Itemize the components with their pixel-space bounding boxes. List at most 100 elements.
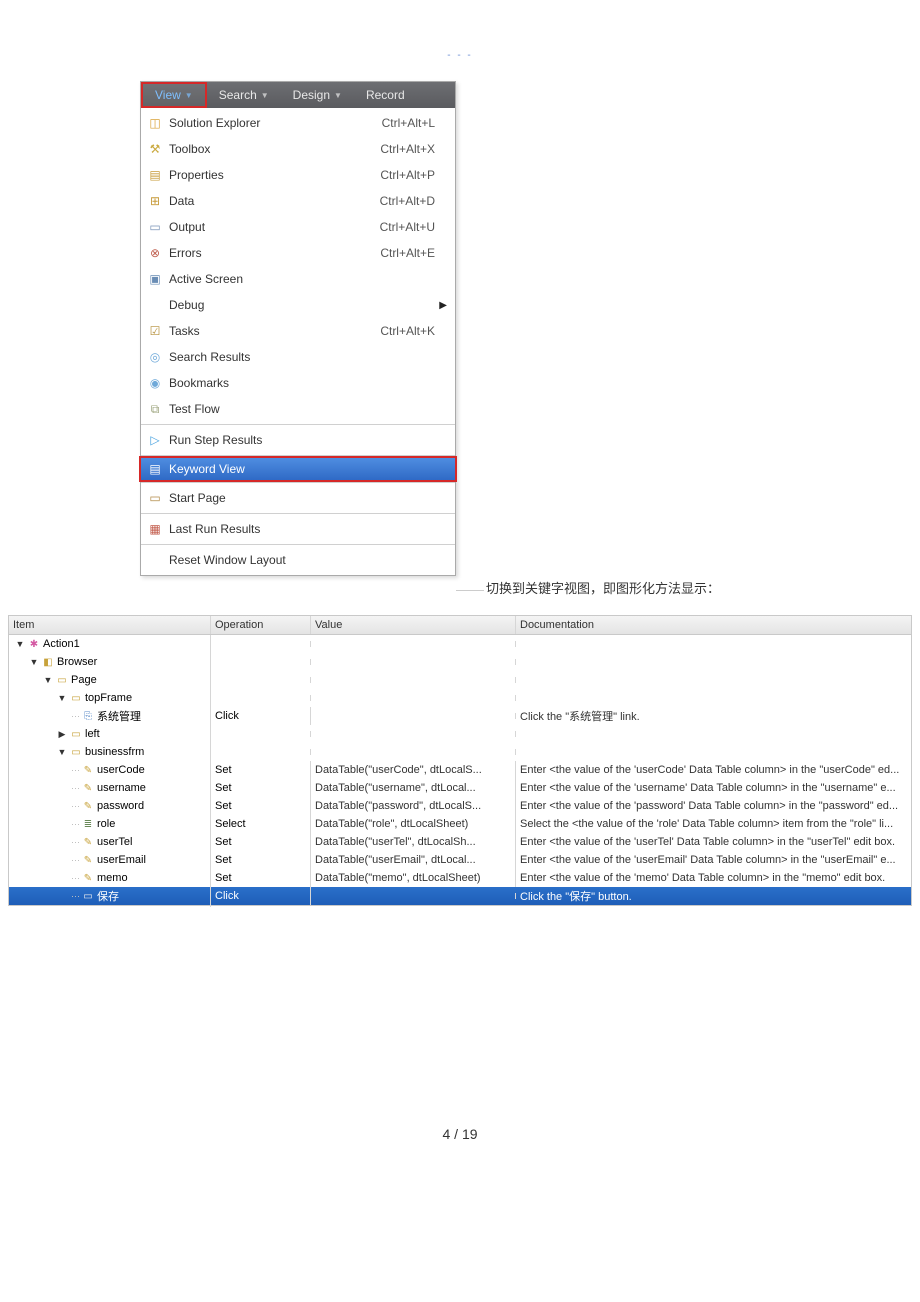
tree-expander-icon[interactable]: ▶ (57, 729, 67, 740)
menu-item-keyword-view[interactable]: ▤ Keyword View (139, 456, 457, 482)
node-label: userTel (97, 836, 132, 848)
tree-expander-icon[interactable]: ▼ (43, 675, 53, 685)
menu-item-test-flow[interactable]: ⧉ Test Flow (141, 396, 455, 422)
cell-operation: Select (211, 815, 311, 833)
caption-line (456, 590, 484, 591)
menu-item-shortcut: Ctrl+Alt+U (380, 220, 447, 234)
table-row[interactable]: ⋯▭保存ClickClick the "保存" button. (9, 887, 911, 905)
start-page-icon: ▭ (141, 491, 169, 505)
caption-row: 切换到关键字视图，即图形化方法显示： (0, 578, 920, 597)
table-row[interactable]: ⋯⎘系统管理ClickClick the "系统管理" link. (9, 707, 911, 725)
cell-operation: Set (211, 761, 311, 779)
menu-item-tasks[interactable]: ☑ Tasks Ctrl+Alt+K (141, 318, 455, 344)
menu-item-active-screen[interactable]: ▣ Active Screen (141, 266, 455, 292)
col-header-documentation[interactable]: Documentation (516, 616, 911, 634)
menu-item-shortcut: Ctrl+Alt+L (382, 116, 447, 130)
table-row[interactable]: ⋯✎userTelSetDataTable("userTel", dtLocal… (9, 833, 911, 851)
menu-item-shortcut: Ctrl+Alt+K (380, 324, 447, 338)
tree-line-icon: ⋯ (71, 891, 79, 902)
cell-value (311, 749, 516, 755)
cell-operation: Set (211, 851, 311, 869)
table-row[interactable]: ▶▭left (9, 725, 911, 743)
search-results-icon: ◎ (141, 350, 169, 364)
menu-item-label: Last Run Results (169, 522, 447, 536)
cell-value (311, 695, 516, 701)
node-label: role (97, 818, 115, 830)
cell-item: ⋯✎userCode (9, 761, 211, 779)
col-header-operation[interactable]: Operation (211, 616, 311, 634)
menu-item-label: Run Step Results (169, 433, 447, 447)
table-row[interactable]: ⋯≣roleSelectDataTable("role", dtLocalShe… (9, 815, 911, 833)
menu-item-run-step-results[interactable]: ▷ Run Step Results (141, 427, 455, 453)
menu-search[interactable]: Search ▼ (207, 82, 281, 108)
menu-item-label: Properties (169, 168, 380, 182)
errors-icon: ⊗ (141, 246, 169, 260)
cell-operation: Set (211, 797, 311, 815)
menu-item-bookmarks[interactable]: ◉ Bookmarks (141, 370, 455, 396)
tree-line-icon: ⋯ (71, 765, 79, 776)
menu-item-solution-explorer[interactable]: ◫ Solution Explorer Ctrl+Alt+L (141, 110, 455, 136)
menu-item-data[interactable]: ⊞ Data Ctrl+Alt+D (141, 188, 455, 214)
table-row[interactable]: ⋯✎userEmailSetDataTable("userEmail", dtL… (9, 851, 911, 869)
table-row[interactable]: ⋯✎passwordSetDataTable("password", dtLoc… (9, 797, 911, 815)
tree-line-icon: ⋯ (71, 819, 79, 830)
caption-text: 切换到关键字视图，即图形化方法显示： (484, 578, 720, 597)
cell-operation (211, 641, 311, 647)
menu-item-errors[interactable]: ⊗ Errors Ctrl+Alt+E (141, 240, 455, 266)
table-row[interactable]: ▼◧Browser (9, 653, 911, 671)
table-row[interactable]: ▼▭Page (9, 671, 911, 689)
menu-item-label: Output (169, 220, 380, 234)
node-label: Action1 (43, 638, 80, 650)
tree-expander-icon[interactable]: ▼ (29, 657, 39, 667)
table-row[interactable]: ▼✱Action1 (9, 635, 911, 653)
tree-expander-icon[interactable]: ▼ (57, 747, 67, 757)
menu-view[interactable]: View ▼ (141, 82, 207, 108)
table-row[interactable]: ▼▭businessfrm (9, 743, 911, 761)
menu-item-shortcut: Ctrl+Alt+E (380, 246, 447, 260)
cell-operation (211, 695, 311, 701)
menu-item-debug[interactable]: Debug ▶ (141, 292, 455, 318)
active-screen-icon: ▣ (141, 272, 169, 286)
menu-item-properties[interactable]: ▤ Properties Ctrl+Alt+P (141, 162, 455, 188)
menu-item-last-run-results[interactable]: ▦ Last Run Results (141, 516, 455, 542)
tree-expander-icon[interactable]: ▼ (57, 693, 67, 703)
chevron-down-icon: ▼ (334, 91, 342, 100)
menu-item-search-results[interactable]: ◎ Search Results (141, 344, 455, 370)
node-icon: ✎ (81, 873, 95, 884)
menu-item-label: Solution Explorer (169, 116, 382, 130)
keyword-view-icon: ▤ (141, 462, 169, 476)
cell-value (311, 659, 516, 665)
menu-design[interactable]: Design ▼ (281, 82, 354, 108)
table-row[interactable]: ⋯✎userCodeSetDataTable("userCode", dtLoc… (9, 761, 911, 779)
cell-item: ▼✱Action1 (9, 635, 211, 653)
cell-documentation: Click the "保存" button. (516, 885, 911, 907)
node-icon: ✎ (81, 801, 95, 812)
cell-value (311, 677, 516, 683)
menu-item-reset-window-layout[interactable]: Reset Window Layout (141, 547, 455, 573)
menu-item-start-page[interactable]: ▭ Start Page (141, 485, 455, 511)
col-header-value[interactable]: Value (311, 616, 516, 634)
cell-item: ⋯✎username (9, 779, 211, 797)
menu-design-label: Design (293, 88, 330, 102)
col-header-item[interactable]: Item (9, 616, 211, 634)
tree-line-icon: ⋯ (71, 801, 79, 812)
menu-item-label: Start Page (169, 491, 447, 505)
menu-record[interactable]: Record (354, 82, 417, 108)
tree-line-icon: ⋯ (71, 711, 79, 722)
cell-item: ⋯≣role (9, 815, 211, 833)
bookmarks-icon: ◉ (141, 376, 169, 390)
solution-explorer-icon: ◫ (141, 116, 169, 130)
header-dots: - - - (0, 0, 920, 81)
node-label: 保存 (97, 888, 119, 904)
menu-item-output[interactable]: ▭ Output Ctrl+Alt+U (141, 214, 455, 240)
last-run-results-icon: ▦ (141, 522, 169, 536)
node-icon: ▭ (69, 747, 83, 758)
grid-body: ▼✱Action1▼◧Browser▼▭Page▼▭topFrame⋯⎘系统管理… (9, 635, 911, 905)
table-row[interactable]: ⋯✎usernameSetDataTable("username", dtLoc… (9, 779, 911, 797)
tree-expander-icon[interactable]: ▼ (15, 639, 25, 649)
menu-separator (141, 482, 455, 483)
node-icon: ▭ (55, 675, 69, 686)
cell-item: ⋯▭保存 (9, 885, 211, 907)
menu-item-shortcut: Ctrl+Alt+P (380, 168, 447, 182)
menu-item-toolbox[interactable]: ⚒ Toolbox Ctrl+Alt+X (141, 136, 455, 162)
